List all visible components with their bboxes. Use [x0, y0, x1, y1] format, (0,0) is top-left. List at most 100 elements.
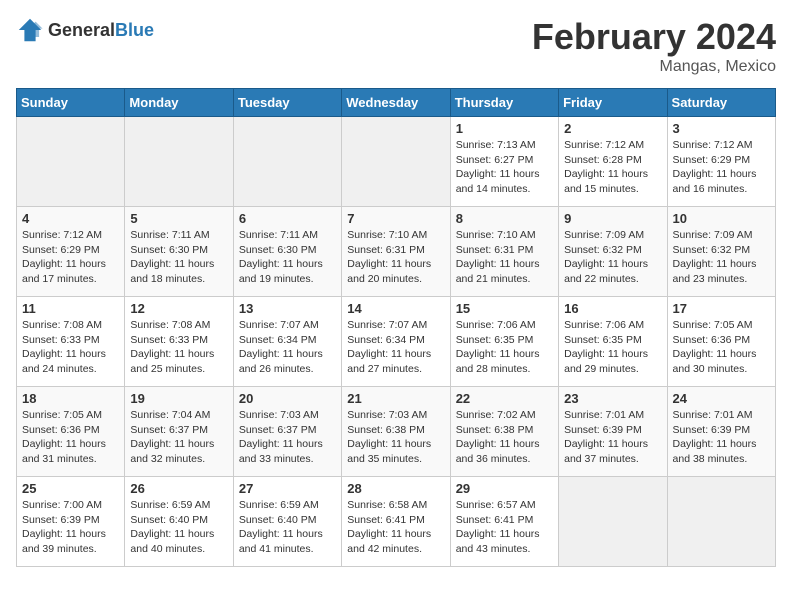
day-info: Sunrise: 7:02 AM Sunset: 6:38 PM Dayligh…	[456, 408, 553, 467]
calendar-cell	[233, 117, 341, 207]
day-info: Sunrise: 7:11 AM Sunset: 6:30 PM Dayligh…	[239, 228, 336, 287]
day-number: 16	[564, 301, 661, 316]
day-number: 13	[239, 301, 336, 316]
day-number: 14	[347, 301, 444, 316]
calendar-cell: 22Sunrise: 7:02 AM Sunset: 6:38 PM Dayli…	[450, 387, 558, 477]
day-number: 20	[239, 391, 336, 406]
day-info: Sunrise: 6:57 AM Sunset: 6:41 PM Dayligh…	[456, 498, 553, 557]
day-info: Sunrise: 6:59 AM Sunset: 6:40 PM Dayligh…	[130, 498, 227, 557]
calendar-cell: 13 Sunrise: 7:07 AM Sunset: 6:34 PM Dayli…	[233, 297, 341, 387]
day-info: Sunrise: 7:10 AM Sunset: 6:31 PM Dayligh…	[347, 228, 444, 287]
day-info: Sunrise: 7:12 AM Sunset: 6:28 PM Dayligh…	[564, 138, 661, 197]
day-number: 7	[347, 211, 444, 226]
header-monday: Monday	[125, 89, 233, 117]
day-number: 29	[456, 481, 553, 496]
day-info: Sunrise: 7:01 AM Sunset: 6:39 PM Dayligh…	[673, 408, 770, 467]
day-number: 5	[130, 211, 227, 226]
calendar-cell: 20 Sunrise: 7:03 AM Sunset: 6:37 PM Dayli…	[233, 387, 341, 477]
calendar-cell: 12Sunrise: 7:08 AM Sunset: 6:33 PM Dayli…	[125, 297, 233, 387]
calendar-table: Sunday Monday Tuesday Wednesday Thursday…	[16, 88, 776, 567]
calendar-week-row: 25 Sunrise: 7:00 AM Sunset: 6:39 PM Dayli…	[17, 477, 776, 567]
calendar-cell: 29 Sunrise: 6:57 AM Sunset: 6:41 PM Dayli…	[450, 477, 558, 567]
calendar-cell: 28 Sunrise: 6:58 AM Sunset: 6:41 PM Dayli…	[342, 477, 450, 567]
calendar-week-row: 1Sunrise: 7:13 AM Sunset: 6:27 PM Daylig…	[17, 117, 776, 207]
day-info: Sunrise: 7:03 AM Sunset: 6:38 PM Dayligh…	[347, 408, 444, 467]
calendar-cell	[559, 477, 667, 567]
logo: General Blue	[16, 16, 154, 44]
day-number: 3	[673, 121, 770, 136]
logo-general: General	[48, 20, 115, 41]
header-sunday: Sunday	[17, 89, 125, 117]
calendar-cell: 6 Sunrise: 7:11 AM Sunset: 6:30 PM Daylig…	[233, 207, 341, 297]
day-info: Sunrise: 6:59 AM Sunset: 6:40 PM Dayligh…	[239, 498, 336, 557]
calendar-cell: 14Sunrise: 7:07 AM Sunset: 6:34 PM Dayli…	[342, 297, 450, 387]
day-number: 4	[22, 211, 119, 226]
day-info: Sunrise: 7:09 AM Sunset: 6:32 PM Dayligh…	[673, 228, 770, 287]
calendar-cell: 16 Sunrise: 7:06 AM Sunset: 6:35 PM Dayli…	[559, 297, 667, 387]
calendar-cell: 19Sunrise: 7:04 AM Sunset: 6:37 PM Dayli…	[125, 387, 233, 477]
day-number: 8	[456, 211, 553, 226]
calendar-cell: 5 Sunrise: 7:11 AM Sunset: 6:30 PM Daylig…	[125, 207, 233, 297]
day-info: Sunrise: 7:01 AM Sunset: 6:39 PM Dayligh…	[564, 408, 661, 467]
day-info: Sunrise: 7:07 AM Sunset: 6:34 PM Dayligh…	[239, 318, 336, 377]
header-friday: Friday	[559, 89, 667, 117]
day-info: Sunrise: 7:12 AM Sunset: 6:29 PM Dayligh…	[673, 138, 770, 197]
calendar-subtitle: Mangas, Mexico	[532, 58, 776, 76]
day-info: Sunrise: 7:10 AM Sunset: 6:31 PM Dayligh…	[456, 228, 553, 287]
day-info: Sunrise: 7:11 AM Sunset: 6:30 PM Dayligh…	[130, 228, 227, 287]
calendar-cell: 17Sunrise: 7:05 AM Sunset: 6:36 PM Dayli…	[667, 297, 775, 387]
day-number: 21	[347, 391, 444, 406]
page-header: General Blue February 2024 Mangas, Mexic…	[16, 16, 776, 76]
day-info: Sunrise: 7:13 AM Sunset: 6:27 PM Dayligh…	[456, 138, 553, 197]
day-number: 25	[22, 481, 119, 496]
header-tuesday: Tuesday	[233, 89, 341, 117]
calendar-header: Sunday Monday Tuesday Wednesday Thursday…	[17, 89, 776, 117]
header-thursday: Thursday	[450, 89, 558, 117]
day-info: Sunrise: 7:06 AM Sunset: 6:35 PM Dayligh…	[564, 318, 661, 377]
day-number: 26	[130, 481, 227, 496]
header-wednesday: Wednesday	[342, 89, 450, 117]
calendar-week-row: 4Sunrise: 7:12 AM Sunset: 6:29 PM Daylig…	[17, 207, 776, 297]
day-number: 18	[22, 391, 119, 406]
calendar-title: February 2024	[532, 16, 776, 58]
day-info: Sunrise: 7:00 AM Sunset: 6:39 PM Dayligh…	[22, 498, 119, 557]
header-saturday: Saturday	[667, 89, 775, 117]
calendar-cell: 23Sunrise: 7:01 AM Sunset: 6:39 PM Dayli…	[559, 387, 667, 477]
day-number: 28	[347, 481, 444, 496]
calendar-cell: 11 Sunrise: 7:08 AM Sunset: 6:33 PM Dayli…	[17, 297, 125, 387]
calendar-cell	[125, 117, 233, 207]
calendar-cell: 21 Sunrise: 7:03 AM Sunset: 6:38 PM Dayli…	[342, 387, 450, 477]
calendar-cell: 18 Sunrise: 7:05 AM Sunset: 6:36 PM Dayli…	[17, 387, 125, 477]
calendar-cell: 15 Sunrise: 7:06 AM Sunset: 6:35 PM Dayli…	[450, 297, 558, 387]
day-number: 6	[239, 211, 336, 226]
calendar-week-row: 11 Sunrise: 7:08 AM Sunset: 6:33 PM Dayli…	[17, 297, 776, 387]
day-number: 24	[673, 391, 770, 406]
day-number: 19	[130, 391, 227, 406]
day-info: Sunrise: 7:03 AM Sunset: 6:37 PM Dayligh…	[239, 408, 336, 467]
day-info: Sunrise: 7:09 AM Sunset: 6:32 PM Dayligh…	[564, 228, 661, 287]
day-info: Sunrise: 7:05 AM Sunset: 6:36 PM Dayligh…	[673, 318, 770, 377]
day-number: 11	[22, 301, 119, 316]
calendar-cell: 7 Sunrise: 7:10 AM Sunset: 6:31 PM Daylig…	[342, 207, 450, 297]
calendar-cell: 27 Sunrise: 6:59 AM Sunset: 6:40 PM Dayli…	[233, 477, 341, 567]
day-info: Sunrise: 7:06 AM Sunset: 6:35 PM Dayligh…	[456, 318, 553, 377]
day-info: Sunrise: 6:58 AM Sunset: 6:41 PM Dayligh…	[347, 498, 444, 557]
calendar-cell: 9 Sunrise: 7:09 AM Sunset: 6:32 PM Daylig…	[559, 207, 667, 297]
calendar-cell: 2Sunrise: 7:12 AM Sunset: 6:28 PM Daylig…	[559, 117, 667, 207]
calendar-cell	[667, 477, 775, 567]
calendar-week-row: 18 Sunrise: 7:05 AM Sunset: 6:36 PM Dayli…	[17, 387, 776, 477]
calendar-cell: 3 Sunrise: 7:12 AM Sunset: 6:29 PM Daylig…	[667, 117, 775, 207]
day-info: Sunrise: 7:05 AM Sunset: 6:36 PM Dayligh…	[22, 408, 119, 467]
title-block: February 2024 Mangas, Mexico	[532, 16, 776, 76]
calendar-cell	[17, 117, 125, 207]
day-number: 15	[456, 301, 553, 316]
calendar-cell: 1Sunrise: 7:13 AM Sunset: 6:27 PM Daylig…	[450, 117, 558, 207]
logo-icon	[16, 16, 44, 44]
calendar-cell: 26 Sunrise: 6:59 AM Sunset: 6:40 PM Dayli…	[125, 477, 233, 567]
calendar-cell: 24 Sunrise: 7:01 AM Sunset: 6:39 PM Dayli…	[667, 387, 775, 477]
calendar-cell: 4Sunrise: 7:12 AM Sunset: 6:29 PM Daylig…	[17, 207, 125, 297]
day-info: Sunrise: 7:08 AM Sunset: 6:33 PM Dayligh…	[22, 318, 119, 377]
day-number: 9	[564, 211, 661, 226]
day-number: 27	[239, 481, 336, 496]
logo-blue: Blue	[115, 20, 154, 41]
